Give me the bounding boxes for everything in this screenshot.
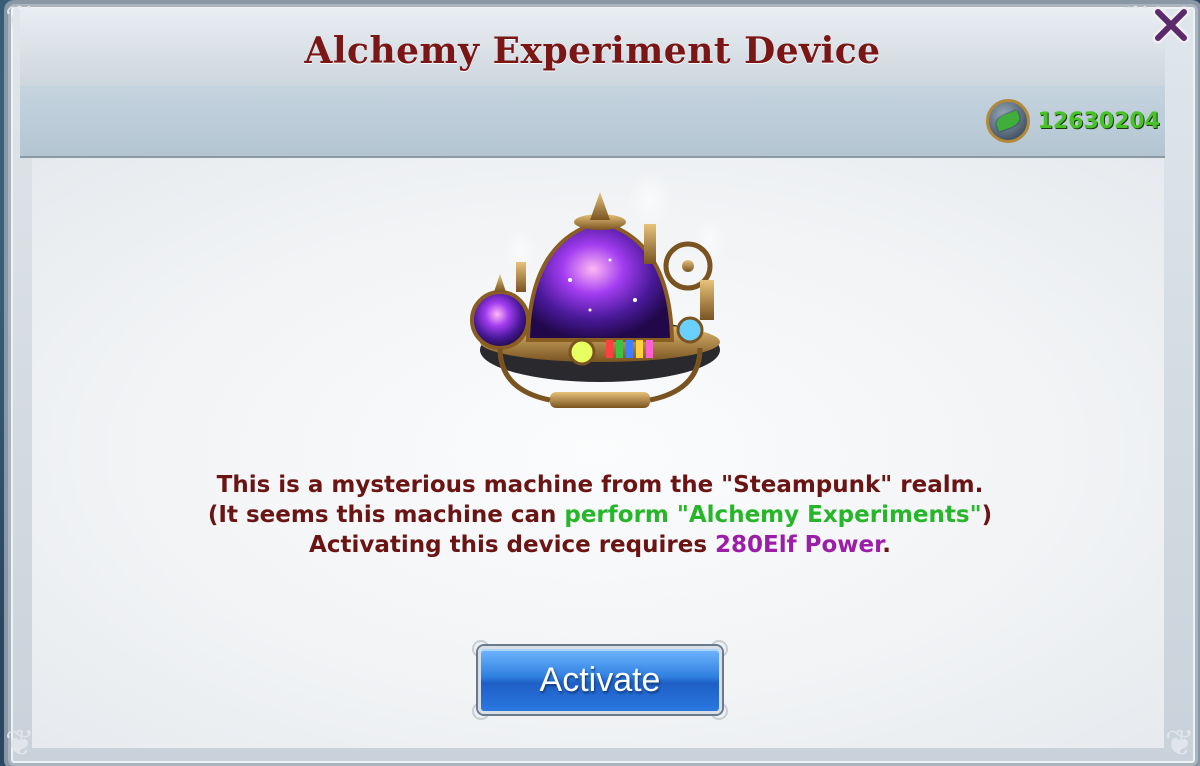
dialog-title: Alchemy Experiment Device xyxy=(304,30,881,72)
currency-value: 12630204 xyxy=(1037,108,1160,134)
description-line-2-prefix: (It seems this machine can xyxy=(207,502,565,528)
corner-ornament-bottom-right: ❦ xyxy=(1164,723,1196,764)
alchemy-machine-image xyxy=(470,170,726,408)
title-bar: Alchemy Experiment Device xyxy=(20,8,1165,88)
close-button[interactable] xyxy=(1148,2,1194,48)
elf-leaf-coin-icon xyxy=(985,99,1030,143)
activate-button-frame: Activate xyxy=(472,640,728,720)
description-line-3-suffix: . xyxy=(882,532,891,558)
machine-description: This is a mysterious machine from the "S… xyxy=(0,470,1200,560)
elf-power-unit: Elf Power xyxy=(763,532,883,558)
close-icon xyxy=(1152,6,1190,44)
elf-power-amount: 280 xyxy=(715,532,764,558)
activate-button[interactable]: Activate xyxy=(478,646,722,714)
description-line-2-suffix: ) xyxy=(981,502,993,528)
description-line-2: (It seems this machine can perform "Alch… xyxy=(0,500,1200,530)
description-line-1: This is a mysterious machine from the "S… xyxy=(216,472,984,498)
currency-display: 12630204 xyxy=(985,96,1160,146)
description-line-3-prefix: Activating this device requires xyxy=(309,532,716,558)
alchemy-experiments-highlight: perform "Alchemy Experiments" xyxy=(564,502,982,528)
description-line-3: Activating this device requires 280Elf P… xyxy=(0,530,1200,560)
